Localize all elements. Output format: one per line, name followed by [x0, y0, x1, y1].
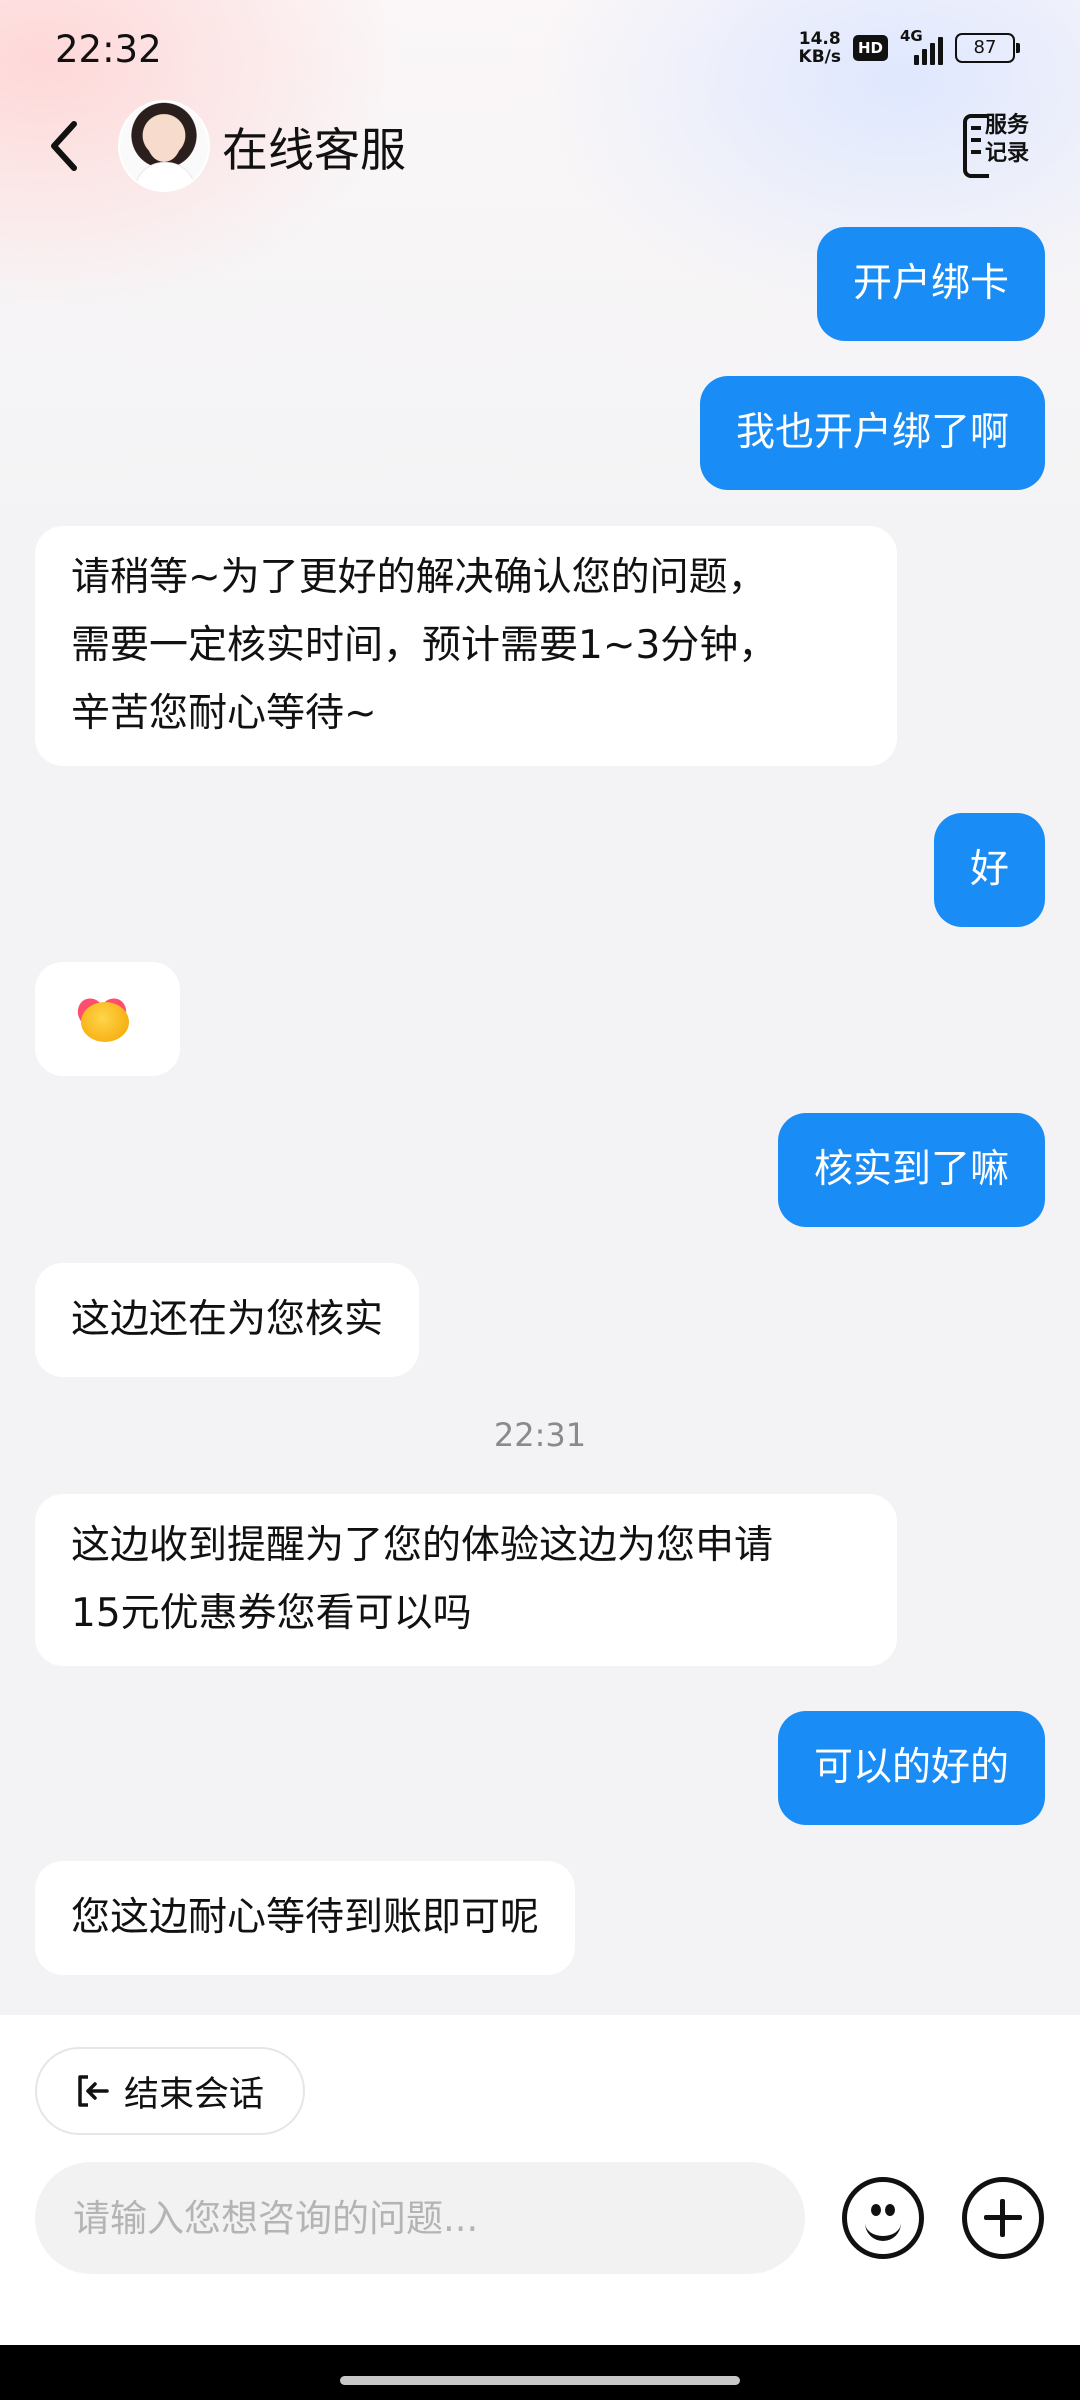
message-timestamp: 22:31	[493, 1416, 587, 1454]
home-indicator[interactable]	[340, 2376, 740, 2385]
agent-message[interactable]: 这边还在为您核实	[35, 1263, 420, 1377]
signal-icon: 4G	[900, 27, 943, 65]
user-message[interactable]: 可以的好的	[777, 1711, 1045, 1825]
network-type: 4G	[900, 27, 923, 45]
message-input[interactable]	[71, 2195, 769, 2241]
end-session-label: 结束会话	[123, 2074, 264, 2115]
exit-icon	[78, 2075, 109, 2107]
message-line: 需要一定核实时间，预计需要1~3分钟，	[71, 623, 778, 668]
user-message[interactable]: 核实到了嘛	[777, 1113, 1045, 1227]
agent-avatar	[118, 100, 210, 192]
agent-sticker-message[interactable]	[35, 962, 180, 1076]
network-speed-unit: KB/s	[798, 47, 841, 67]
agent-message[interactable]: 您这边耐心等待到账即可呢	[35, 1861, 576, 1975]
user-message[interactable]: 开户绑卡	[816, 227, 1045, 341]
hd-badge: HD	[852, 35, 888, 61]
network-speed-value: 14.8	[798, 29, 841, 49]
message-text: 您这边耐心等待到账即可呢	[71, 1895, 540, 1940]
status-indicators: 14.8 KB/s HD 4G 87	[799, 27, 1020, 66]
chat-header: 在线客服 服务 记录	[0, 100, 1080, 192]
status-bar: 22:32 14.8 KB/s HD 4G 87	[0, 0, 1080, 100]
chevron-left-icon	[51, 121, 77, 171]
more-options-button[interactable]	[962, 2177, 1044, 2259]
network-speed: 14.8 KB/s	[799, 30, 841, 66]
service-record-label-line2: 记录	[985, 141, 1030, 166]
back-button[interactable]	[40, 110, 90, 180]
agent-message[interactable]: 这边收到提醒为了您的体验这边为您申请 15元优惠券您看可以吗	[35, 1494, 897, 1666]
message-input-container[interactable]	[35, 2162, 805, 2274]
emoji-button[interactable]	[842, 2177, 924, 2259]
message-line: 这边收到提醒为了您的体验这边为您申请	[71, 1523, 774, 1568]
message-line: 15元优惠券您看可以吗	[71, 1591, 472, 1636]
composer-panel: 结束会话	[0, 2015, 1080, 2345]
message-line: 辛苦您耐心等待~	[71, 691, 377, 736]
page-title: 在线客服	[222, 123, 406, 177]
message-line: 请稍等~为了更好的解决确认您的问题，	[71, 555, 767, 600]
status-time: 22:32	[55, 28, 162, 71]
service-record-button[interactable]: 服务 记录	[963, 108, 1035, 178]
agent-message[interactable]: 请稍等~为了更好的解决确认您的问题， 需要一定核实时间，预计需要1~3分钟， 辛…	[35, 526, 897, 766]
heart-hug-emoji-icon	[71, 992, 133, 1046]
service-record-label-line1: 服务	[985, 113, 1030, 138]
user-message[interactable]: 好	[933, 813, 1045, 927]
battery-icon: 87	[955, 33, 1020, 63]
message-list[interactable]: 开户绑卡 我也开户绑了啊 请稍等~为了更好的解决确认您的问题， 需要一定核实时间…	[0, 0, 1080, 2015]
message-text: 这边还在为您核实	[71, 1297, 384, 1342]
system-navigation-bar	[0, 2345, 1080, 2400]
user-message[interactable]: 我也开户绑了啊	[699, 376, 1045, 490]
end-session-button[interactable]: 结束会话	[35, 2047, 305, 2135]
